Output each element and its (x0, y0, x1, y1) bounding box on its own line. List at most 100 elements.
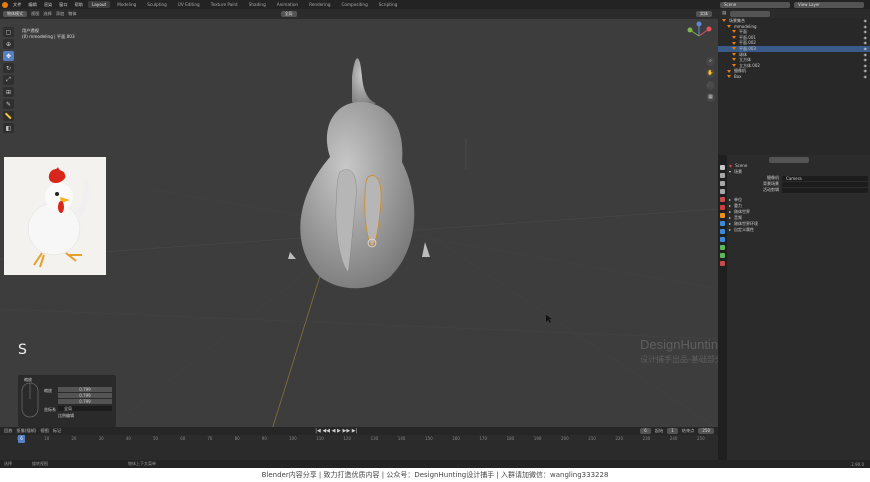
frame-ruler[interactable]: 0102030405060708090100110120130140150160… (0, 435, 718, 443)
outliner[interactable]: ▤ 场景集合 ◉ mmodeling ◉ 平面 ◉ 平面.001 ◉ 平面.002 ◉ 平面.003… (718, 9, 870, 155)
tab-layout[interactable]: Layout (87, 1, 111, 8)
tab-sculpting[interactable]: Sculpting (143, 1, 171, 8)
tab-rendering[interactable]: Rendering (305, 1, 334, 8)
3d-viewport[interactable]: 物体模式 视图 选择 添加 物体 全局 实体 用户透视 (0) mmodelin… (0, 9, 718, 436)
annotate-icon[interactable]: ✎ (3, 99, 14, 109)
watermark-subtitle: 设计捕手出品-基础部分 (640, 355, 718, 364)
tab-scripting[interactable]: Scripting (375, 1, 402, 8)
menu-tl-view[interactable]: 视图 (40, 428, 48, 434)
data-tab-icon[interactable] (720, 253, 725, 258)
tab-shading[interactable]: Shading (245, 1, 270, 8)
frame-tick: 150 (425, 436, 433, 441)
render-tab-icon[interactable] (720, 173, 725, 178)
properties-panel-header[interactable]: ▸ 自定义属性 (729, 227, 868, 233)
scale-icon[interactable]: ⤢ (3, 75, 14, 85)
physics-tab-icon[interactable] (720, 237, 725, 242)
menu-window[interactable]: 窗口 (57, 2, 69, 8)
outliner-search-input[interactable] (730, 10, 771, 17)
menu-file[interactable]: 文件 (11, 2, 23, 8)
blender-logo-icon[interactable] (2, 1, 8, 8)
end-frame-field[interactable]: 250 (698, 428, 714, 434)
axis-gizmo-icon[interactable] (684, 21, 714, 51)
menu-keying[interactable]: 抠像(插帧) (16, 428, 36, 434)
properties-editor[interactable]: ◆ Scene ▾ 场景 摄像机 Camera 背景场景 活动剪辑 ▸ 单位 ▸ 重力… (718, 155, 870, 460)
modifier-tab-icon[interactable] (720, 221, 725, 226)
outliner-row[interactable]: Box ◉ (718, 74, 870, 80)
output-tab-icon[interactable] (720, 181, 725, 186)
orient-label: 坐标系 (44, 407, 56, 412)
playback-controls-icon[interactable]: |◀ ◀◀ ◀ ▶ ▶▶ ▶| (315, 428, 357, 434)
menu-help[interactable]: 帮助 (73, 2, 85, 8)
tab-animation[interactable]: Animation (273, 1, 302, 8)
active-clip-field[interactable] (782, 187, 868, 193)
view-layer-selector[interactable]: View Layer (794, 1, 864, 8)
visibility-eye-icon[interactable]: ◉ (864, 74, 868, 80)
menu-edit[interactable]: 编辑 (26, 2, 38, 8)
frame-tick: 30 (98, 436, 104, 441)
scene-tab-icon[interactable] (720, 197, 725, 202)
chicken-model[interactable] (280, 47, 440, 297)
select-box-icon[interactable]: ▢ (3, 27, 14, 37)
start-frame-field[interactable]: 1 (667, 428, 678, 434)
object-tab-icon[interactable] (720, 213, 725, 218)
move-icon[interactable]: ✥ (3, 51, 14, 61)
tab-modeling[interactable]: Modeling (113, 1, 140, 8)
camera-view-icon[interactable]: 🎥 (706, 81, 715, 90)
menu-view[interactable]: 视图 (31, 11, 39, 17)
pan-icon[interactable]: ✋ (706, 69, 715, 78)
transform-orientation[interactable]: 全局 (280, 11, 297, 17)
current-frame-field[interactable]: 6 (640, 428, 651, 434)
menu-select[interactable]: 选择 (43, 11, 51, 17)
scene-selector[interactable]: Scene (720, 1, 790, 8)
menu-render[interactable]: 渲染 (42, 2, 54, 8)
constraint-tab-icon[interactable] (720, 245, 725, 250)
rotate-icon[interactable]: ↻ (3, 63, 14, 73)
shading-mode[interactable]: 实体 (696, 11, 712, 17)
outliner-filter-icon[interactable]: ▤ (722, 11, 726, 16)
orient-select[interactable]: 全局 (58, 406, 112, 411)
view-layer-tab-icon[interactable] (720, 189, 725, 194)
object-icon (732, 36, 736, 40)
status-context: 物体上下文菜单 (128, 461, 156, 466)
ortho-toggle-icon[interactable]: ▦ (706, 93, 715, 102)
particles-tab-icon[interactable] (720, 229, 725, 234)
status-bar: 选择 旋转视图 物体上下文菜单 2.90.0 (0, 460, 870, 468)
add-cube-icon[interactable]: ◧ (3, 123, 14, 133)
measure-icon[interactable]: 📏 (3, 111, 14, 121)
key-indicator: S (18, 342, 27, 358)
transform-icon[interactable]: ⊞ (3, 87, 14, 97)
menu-marker[interactable]: 标记 (53, 428, 61, 434)
frame-tick: 120 (343, 436, 352, 441)
cursor-icon[interactable]: ⊕ (3, 39, 14, 49)
top-menu-bar: 文件 编辑 渲染 窗口 帮助 Layout Modeling Sculpting… (0, 0, 870, 9)
playhead[interactable]: 6 (18, 435, 25, 443)
frame-tick: 100 (289, 436, 297, 441)
world-tab-icon[interactable] (720, 205, 725, 210)
zoom-icon[interactable]: ⌕ (706, 57, 715, 66)
material-tab-icon[interactable] (720, 261, 725, 266)
scale-x-field[interactable]: 0.799 (58, 387, 112, 392)
frame-tick: 180 (506, 436, 515, 441)
frame-tick: 130 (370, 436, 379, 441)
menu-playback[interactable]: 回放 (4, 428, 12, 434)
tab-texture-paint[interactable]: Texture Paint (207, 1, 242, 8)
menu-object[interactable]: 物体 (68, 11, 76, 17)
active-clip-row: 活动剪辑 (729, 187, 868, 193)
reference-image-chicken (4, 157, 106, 275)
camera-field[interactable]: Camera (782, 175, 868, 181)
frame-tick: 10 (44, 436, 50, 441)
tool-tab-icon[interactable] (720, 165, 725, 170)
props-search-input[interactable] (769, 157, 809, 163)
scale-y-field[interactable]: 0.799 (58, 393, 112, 398)
promo-banner: Blender内容分享 | 致力打造优质内容 | 公众号：DesignHunti… (0, 468, 870, 482)
tab-compositing[interactable]: Compositing (337, 1, 371, 8)
operator-panel[interactable]: 缩放 缩放 0.799 0.799 0.799 坐标系 全局 比例编辑 (18, 375, 116, 427)
mode-selector[interactable]: 物体模式 (3, 11, 27, 17)
proportional-edit-checkbox[interactable]: 比例编辑 (58, 413, 74, 419)
scale-z-field[interactable]: 0.799 (58, 399, 112, 404)
timeline-editor[interactable]: 回放 抠像(插帧) 视图 标记 |◀ ◀◀ ◀ ▶ ▶▶ ▶| 6 起始 1 结… (0, 427, 718, 460)
tab-uv-editing[interactable]: UV Editing (174, 1, 204, 8)
bg-scene-field[interactable] (782, 181, 868, 187)
menu-add[interactable]: 添加 (56, 11, 64, 17)
navigation-gizmo[interactable] (684, 21, 714, 53)
